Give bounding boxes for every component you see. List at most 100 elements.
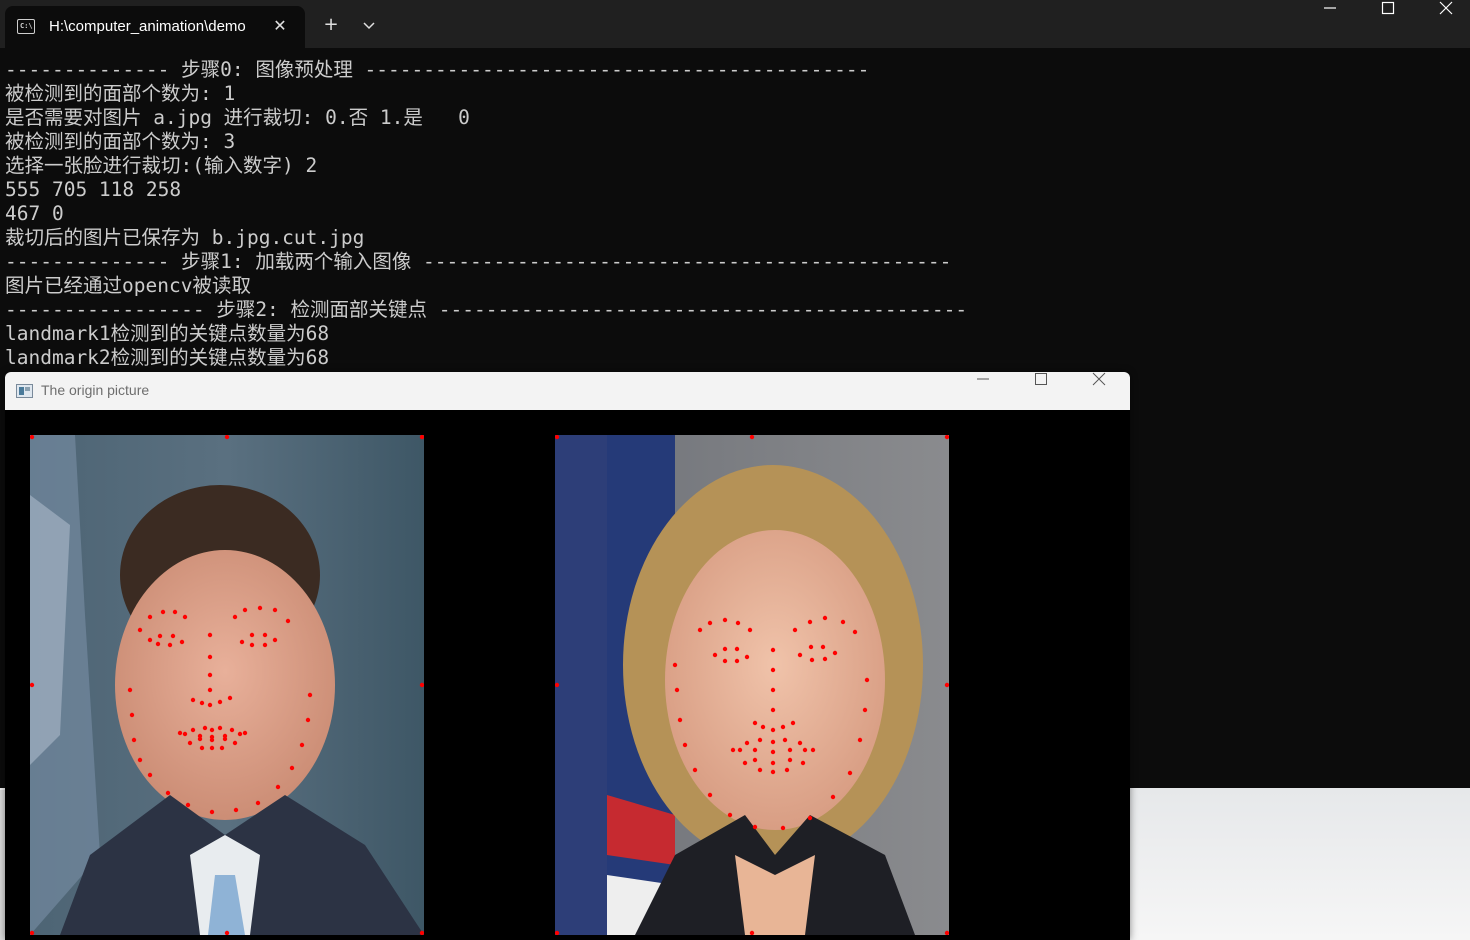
close-button[interactable] — [1417, 0, 1470, 44]
landmark-point — [249, 642, 255, 648]
landmark-point — [830, 794, 836, 800]
landmark-point — [167, 642, 173, 648]
landmark-point — [822, 615, 828, 621]
landmark-point — [770, 739, 776, 745]
console-output[interactable]: -------------- 步骤0: 图像预处理 --------------… — [5, 58, 967, 370]
new-tab-button[interactable]: + — [319, 14, 343, 38]
landmark-point — [735, 620, 741, 626]
landmark-point — [790, 720, 796, 726]
landmark-point — [780, 825, 786, 831]
minimize-button[interactable] — [1301, 0, 1359, 44]
landmark-point — [722, 617, 728, 623]
landmark-point — [847, 770, 853, 776]
landmark-point — [840, 619, 846, 625]
image-window-titlebar[interactable]: The origin picture — [5, 372, 1130, 410]
landmark-point — [209, 727, 215, 733]
landmark-point — [797, 652, 803, 658]
landmark-point — [131, 737, 137, 743]
landmark-point — [752, 720, 758, 726]
tab-dropdown-button[interactable] — [357, 14, 381, 38]
landmark-point — [257, 605, 263, 611]
landmark-point — [127, 687, 133, 693]
landmark-point — [217, 699, 223, 705]
landmark-point — [299, 742, 305, 748]
landmark-point — [224, 435, 230, 440]
face-photo-2 — [555, 435, 949, 935]
landmark-point — [782, 737, 788, 743]
landmark-point — [752, 824, 758, 830]
tab-title: H:\computer_animation\demo — [49, 18, 246, 35]
landmark-point — [555, 435, 560, 440]
console-line: 选择一张脸进行裁切:(输入数字) 2 — [5, 154, 318, 177]
landmark-overlay — [30, 435, 424, 935]
landmark-point — [787, 757, 793, 763]
landmark-point — [187, 740, 193, 746]
landmark-point — [807, 619, 813, 625]
landmark-point — [820, 644, 826, 650]
landmark-point — [419, 930, 424, 935]
console-line: -------------- 步骤1: 加载两个输入图像 -----------… — [5, 250, 952, 273]
landmark-point — [674, 687, 680, 693]
console-line: 467 0 — [5, 202, 64, 225]
landmark-point — [207, 687, 213, 693]
landmark-point — [207, 702, 213, 708]
landmark-point — [770, 760, 776, 766]
app-icon — [16, 384, 33, 398]
landmark-point — [209, 809, 215, 815]
console-line: landmark1检测到的关键点数量为68 — [5, 322, 330, 345]
face-photo-1 — [30, 435, 424, 935]
landmark-point — [832, 650, 838, 656]
landmark-point — [802, 747, 808, 753]
landmark-point — [177, 730, 183, 736]
landmark-point — [419, 435, 424, 440]
landmark-point — [129, 712, 135, 718]
image-close-button[interactable] — [1070, 372, 1128, 410]
landmark-point — [800, 760, 806, 766]
console-line: ----------------- 步骤2: 检测面部关键点 ---------… — [5, 298, 968, 321]
landmark-point — [864, 677, 870, 683]
landmark-point — [730, 747, 736, 753]
landmark-point — [242, 730, 248, 736]
landmark-point — [182, 614, 188, 620]
landmark-point — [209, 745, 215, 751]
tab-close-button[interactable]: ✕ — [269, 15, 291, 37]
landmark-point — [722, 646, 728, 652]
landmark-point — [757, 767, 763, 773]
landmark-point — [199, 745, 205, 751]
landmark-point — [232, 740, 238, 746]
image-maximize-button[interactable] — [1012, 372, 1070, 410]
landmark-point — [787, 747, 793, 753]
landmark-point — [749, 435, 755, 440]
maximize-button[interactable] — [1359, 0, 1417, 44]
landmark-point — [237, 731, 243, 737]
landmark-point — [752, 747, 758, 753]
landmark-point — [190, 697, 196, 703]
landmark-point — [770, 749, 776, 755]
landmark-point — [747, 627, 753, 633]
landmark-point — [182, 731, 188, 737]
desktop-background — [1130, 788, 1470, 940]
landmark-point — [219, 745, 225, 751]
landmark-point — [170, 633, 176, 639]
landmark-point — [944, 435, 949, 440]
landmark-point — [770, 647, 776, 653]
landmark-point — [770, 687, 776, 693]
image-minimize-button[interactable] — [954, 372, 1012, 410]
landmark-point — [862, 707, 868, 713]
landmark-point — [289, 765, 295, 771]
landmark-point — [722, 658, 728, 664]
landmark-point — [202, 725, 208, 731]
maximize-icon — [1381, 1, 1395, 15]
landmark-point — [30, 682, 35, 688]
minimize-icon — [1324, 7, 1336, 9]
landmark-point — [147, 772, 153, 778]
landmark-point — [697, 627, 703, 633]
terminal-tab[interactable]: C:\ H:\computer_animation\demo ✕ — [5, 6, 305, 48]
landmark-point — [727, 812, 733, 818]
landmark-point — [165, 790, 171, 796]
landmark-point — [229, 727, 235, 733]
landmark-point — [307, 692, 313, 698]
landmark-point — [734, 658, 740, 664]
landmark-point — [555, 682, 560, 688]
landmark-point — [784, 767, 790, 773]
